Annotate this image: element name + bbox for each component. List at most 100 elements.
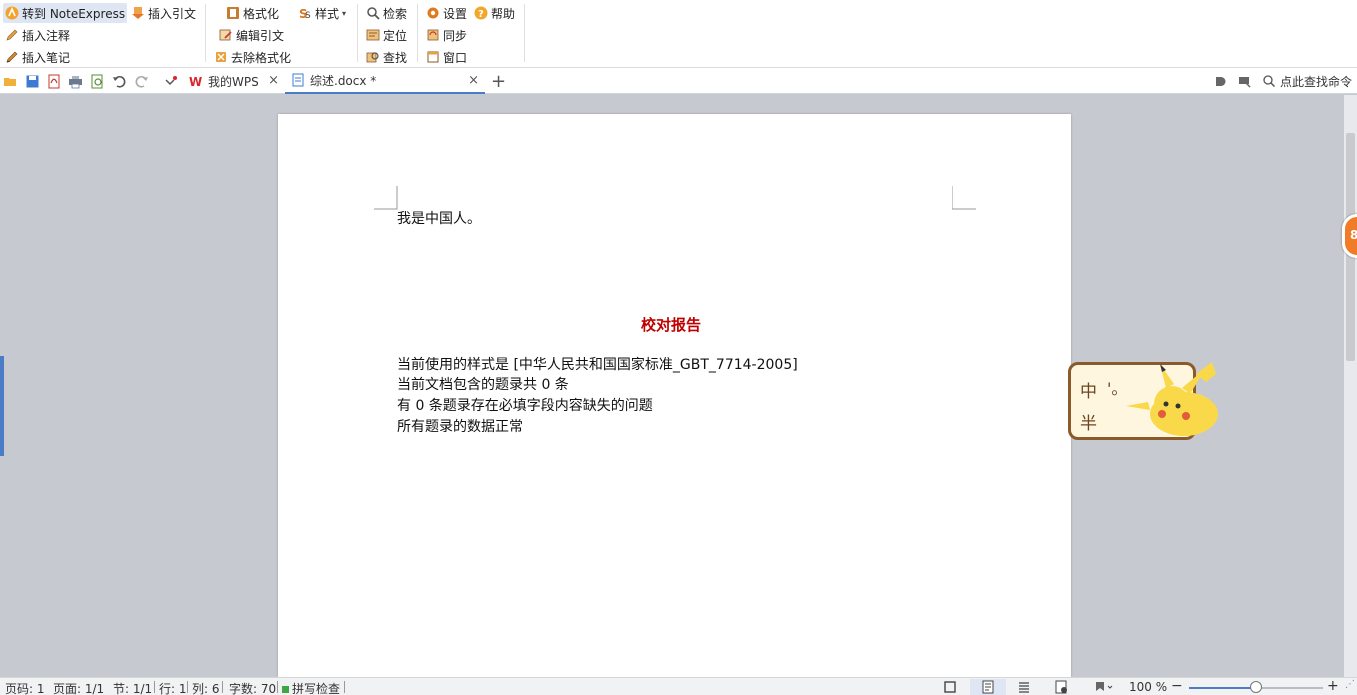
insert-citation-label: 插入引文 [148,6,197,21]
spell-check-indicator-icon [282,686,289,693]
status-divider [277,681,278,693]
spell-check-toggle[interactable]: 拼写检查 [282,680,340,695]
find-command-box[interactable]: 点此查找命令 [1262,68,1357,94]
export-pdf-icon[interactable] [46,73,62,89]
document-page[interactable]: 我是中国人。 校对报告 当前使用的样式是 [中华人民共和国国家标准_GBT_77… [278,114,1071,677]
gear-icon [426,6,440,20]
report-line[interactable]: 所有题录的数据正常 [397,417,523,437]
find-button[interactable]: 查找 [364,47,409,67]
report-line[interactable]: 当前使用的样式是 [中华人民共和国国家标准_GBT_7714-2005] [397,355,798,375]
goto-noteexpress-label: 转到 NoteExpress [22,6,126,21]
locate-button[interactable]: 定位 [364,25,409,45]
vertical-scrollbar[interactable] [1344,95,1357,677]
edit-citation-label: 编辑引文 [236,28,285,43]
help-button[interactable]: ? 帮助 [472,3,517,23]
wps-logo-icon: W [189,74,203,88]
sync-icon [426,28,440,42]
zoom-level-label[interactable]: 100 % [1129,680,1167,694]
status-row[interactable]: 行: 1 [159,680,187,695]
retrieve-button[interactable]: 检索 [364,3,409,23]
svg-text:?: ? [478,9,484,20]
sync-label: 同步 [443,28,468,43]
document-tab-bar: W 我的WPS × 综述.docx * × + 点此查找命令 [0,68,1357,94]
zoom-slider-handle[interactable] [1250,681,1262,693]
status-col[interactable]: 列: 6 [192,680,220,695]
status-divider [187,681,188,693]
find-command-label: 点此查找命令 [1280,74,1353,89]
svg-text:S: S [305,11,311,20]
ime-status-widget[interactable]: 中 '。 半 [1068,362,1218,442]
insert-memo-button[interactable]: 插入笔记 [3,47,72,67]
status-word-count[interactable]: 字数: 70 [229,680,276,695]
tab-my-wps[interactable]: W 我的WPS × [183,68,285,94]
svg-text:W: W [189,75,202,88]
style-icon: SS [298,6,312,20]
ime-punct-label[interactable]: '。 [1107,375,1127,399]
float-ball-badge: 8 [1350,228,1357,242]
window-icon [426,50,440,64]
insert-citation-button[interactable]: 插入引文 [129,3,198,23]
floating-assistant-ball[interactable]: 8 [1342,214,1357,258]
zoom-in-button[interactable]: + [1327,678,1339,694]
customize-dropdown-icon[interactable] [162,73,178,89]
ime-width-label[interactable]: 半 [1080,409,1097,434]
new-tab-button[interactable]: + [491,71,506,92]
remove-format-icon [214,50,228,64]
tab-document[interactable]: 综述.docx * × [285,68,485,94]
status-section[interactable]: 节: 1/1 [113,680,152,695]
window-button[interactable]: 窗口 [424,47,469,67]
report-line[interactable]: 当前文档包含的题录共 0 条 [397,375,569,395]
tab-document-label: 综述.docx * [310,73,377,88]
help-icon: ? [474,6,488,20]
settings-button[interactable]: 设置 [424,3,469,23]
share-icon[interactable] [1236,73,1252,89]
window-label: 窗口 [443,50,468,65]
status-page[interactable]: 页面: 1/1 [53,680,104,695]
remove-format-button[interactable]: 去除格式化 [212,47,293,67]
print-icon[interactable] [67,73,83,89]
document-line-1[interactable]: 我是中国人。 [397,209,481,229]
status-page-code[interactable]: 页码: 1 [5,680,45,695]
sign-icon[interactable] [1212,73,1228,89]
eye-protect-icon[interactable] [1090,679,1118,695]
tab-my-wps-label: 我的WPS [208,74,259,89]
open-folder-icon[interactable] [2,73,18,89]
find-label: 查找 [383,50,408,65]
outline-view-icon[interactable] [1016,679,1032,695]
close-icon[interactable]: × [268,73,279,88]
redo-icon[interactable] [133,73,149,89]
fullscreen-icon[interactable] [942,679,958,695]
edit-citation-button[interactable]: 编辑引文 [217,25,286,45]
report-title[interactable]: 校对报告 [641,314,701,335]
pikachu-mascot-icon [1126,362,1218,436]
chevron-down-icon: ▾ [342,8,347,18]
report-line[interactable]: 有 0 条题录存在必填字段内容缺失的问题 [397,396,653,416]
ime-mode-label[interactable]: 中 [1080,377,1097,402]
find-icon [366,50,380,64]
resize-grip-icon[interactable]: ⋰ [1345,679,1355,690]
goto-noteexpress-button[interactable]: 转到 NoteExpress [3,3,128,23]
remove-format-label: 去除格式化 [231,50,292,65]
save-icon[interactable] [24,73,40,89]
ribbon-divider [357,4,358,62]
margin-corner-top-right [952,186,976,210]
page-view-icon[interactable] [970,679,1006,695]
retrieve-label: 检索 [383,6,408,21]
insert-memo-label: 插入笔记 [22,50,71,65]
status-divider [154,681,155,693]
left-panel-handle[interactable] [0,356,4,456]
zoom-out-button[interactable]: − [1171,678,1183,694]
format-button[interactable]: 格式化 [224,3,281,23]
insert-note-button[interactable]: 插入注释 [3,25,72,45]
status-bar: 页码: 1 页面: 1/1 节: 1/1 行: 1 列: 6 字数: 70 拼写… [0,677,1357,695]
format-icon [226,6,240,20]
web-view-icon[interactable] [1053,679,1069,695]
sync-button[interactable]: 同步 [424,25,469,45]
print-preview-icon[interactable] [89,73,105,89]
style-dropdown[interactable]: SS 样式 ▾ [296,3,348,23]
undo-icon[interactable] [111,73,127,89]
format-label: 格式化 [243,6,280,21]
close-icon[interactable]: × [468,73,479,88]
search-icon [1262,74,1276,88]
insert-citation-icon [131,6,145,20]
